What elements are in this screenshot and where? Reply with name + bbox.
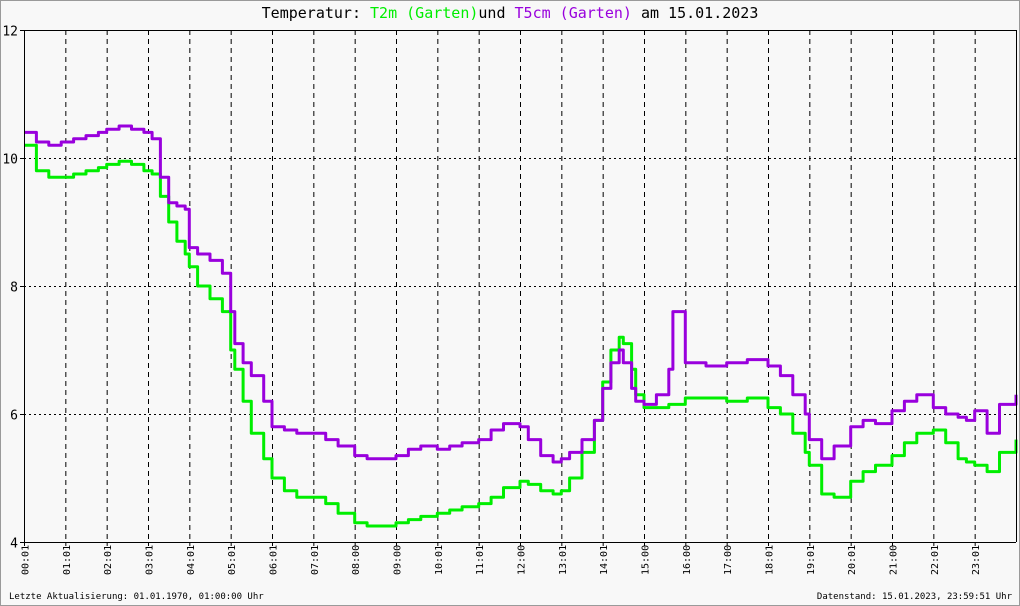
temperature-chart: 00:01 01:01 02:01 03:01 04:01 05:01 06:01 07:01… xyxy=(2,25,1018,576)
tick-labels: 00:01 01:01 02:01 03:01 04:01 05:01 06:01 07:01… xyxy=(2,25,982,576)
x-tick-label: 07:01 xyxy=(310,545,321,575)
x-tick-label: 22:01 xyxy=(930,545,941,575)
y-tick-label: 4 xyxy=(10,537,18,552)
grid xyxy=(24,30,1016,542)
x-tick-label: 01:01 xyxy=(62,545,73,575)
x-tick-label: 05:01 xyxy=(227,545,238,575)
x-tick-label: 09:00 xyxy=(393,545,404,575)
x-tick-label: 12:00 xyxy=(517,545,528,575)
x-tick-label: 00:01 xyxy=(21,545,32,575)
x-tick-label: 18:01 xyxy=(765,545,776,575)
x-tick-label: 13:01 xyxy=(558,545,569,575)
x-tick-label: 08:00 xyxy=(351,545,362,575)
x-tick-label: 04:01 xyxy=(186,545,197,575)
x-tick-label: 23:01 xyxy=(971,545,982,575)
x-tick-label: 02:01 xyxy=(103,545,114,575)
x-tick-label: 17:00 xyxy=(723,545,734,575)
y-tick-label: 6 xyxy=(10,409,18,424)
x-tick-label: 06:01 xyxy=(269,545,280,575)
y-tick-label: 8 xyxy=(10,281,18,296)
x-tick-label: 19:01 xyxy=(806,545,817,575)
y-tick-label: 12 xyxy=(2,25,18,40)
x-tick-label: 14:01 xyxy=(599,545,610,575)
x-tick-label: 03:01 xyxy=(145,545,156,575)
last-update-text: Letzte Aktualisierung: 01.01.1970, 01:00… xyxy=(9,592,264,602)
y-tick-label: 10 xyxy=(2,153,18,168)
x-tick-label: 11:01 xyxy=(475,545,486,575)
x-tick-label: 10:01 xyxy=(434,545,445,575)
x-tick-label: 15:00 xyxy=(641,545,652,575)
x-tick-label: 16:00 xyxy=(682,545,693,575)
x-tick-label: 20:01 xyxy=(847,545,858,575)
x-tick-label: 21:00 xyxy=(889,545,900,575)
data-status-text: Datenstand: 15.01.2023, 23:59:51 Uhr xyxy=(816,592,1012,602)
axes xyxy=(20,30,1017,546)
